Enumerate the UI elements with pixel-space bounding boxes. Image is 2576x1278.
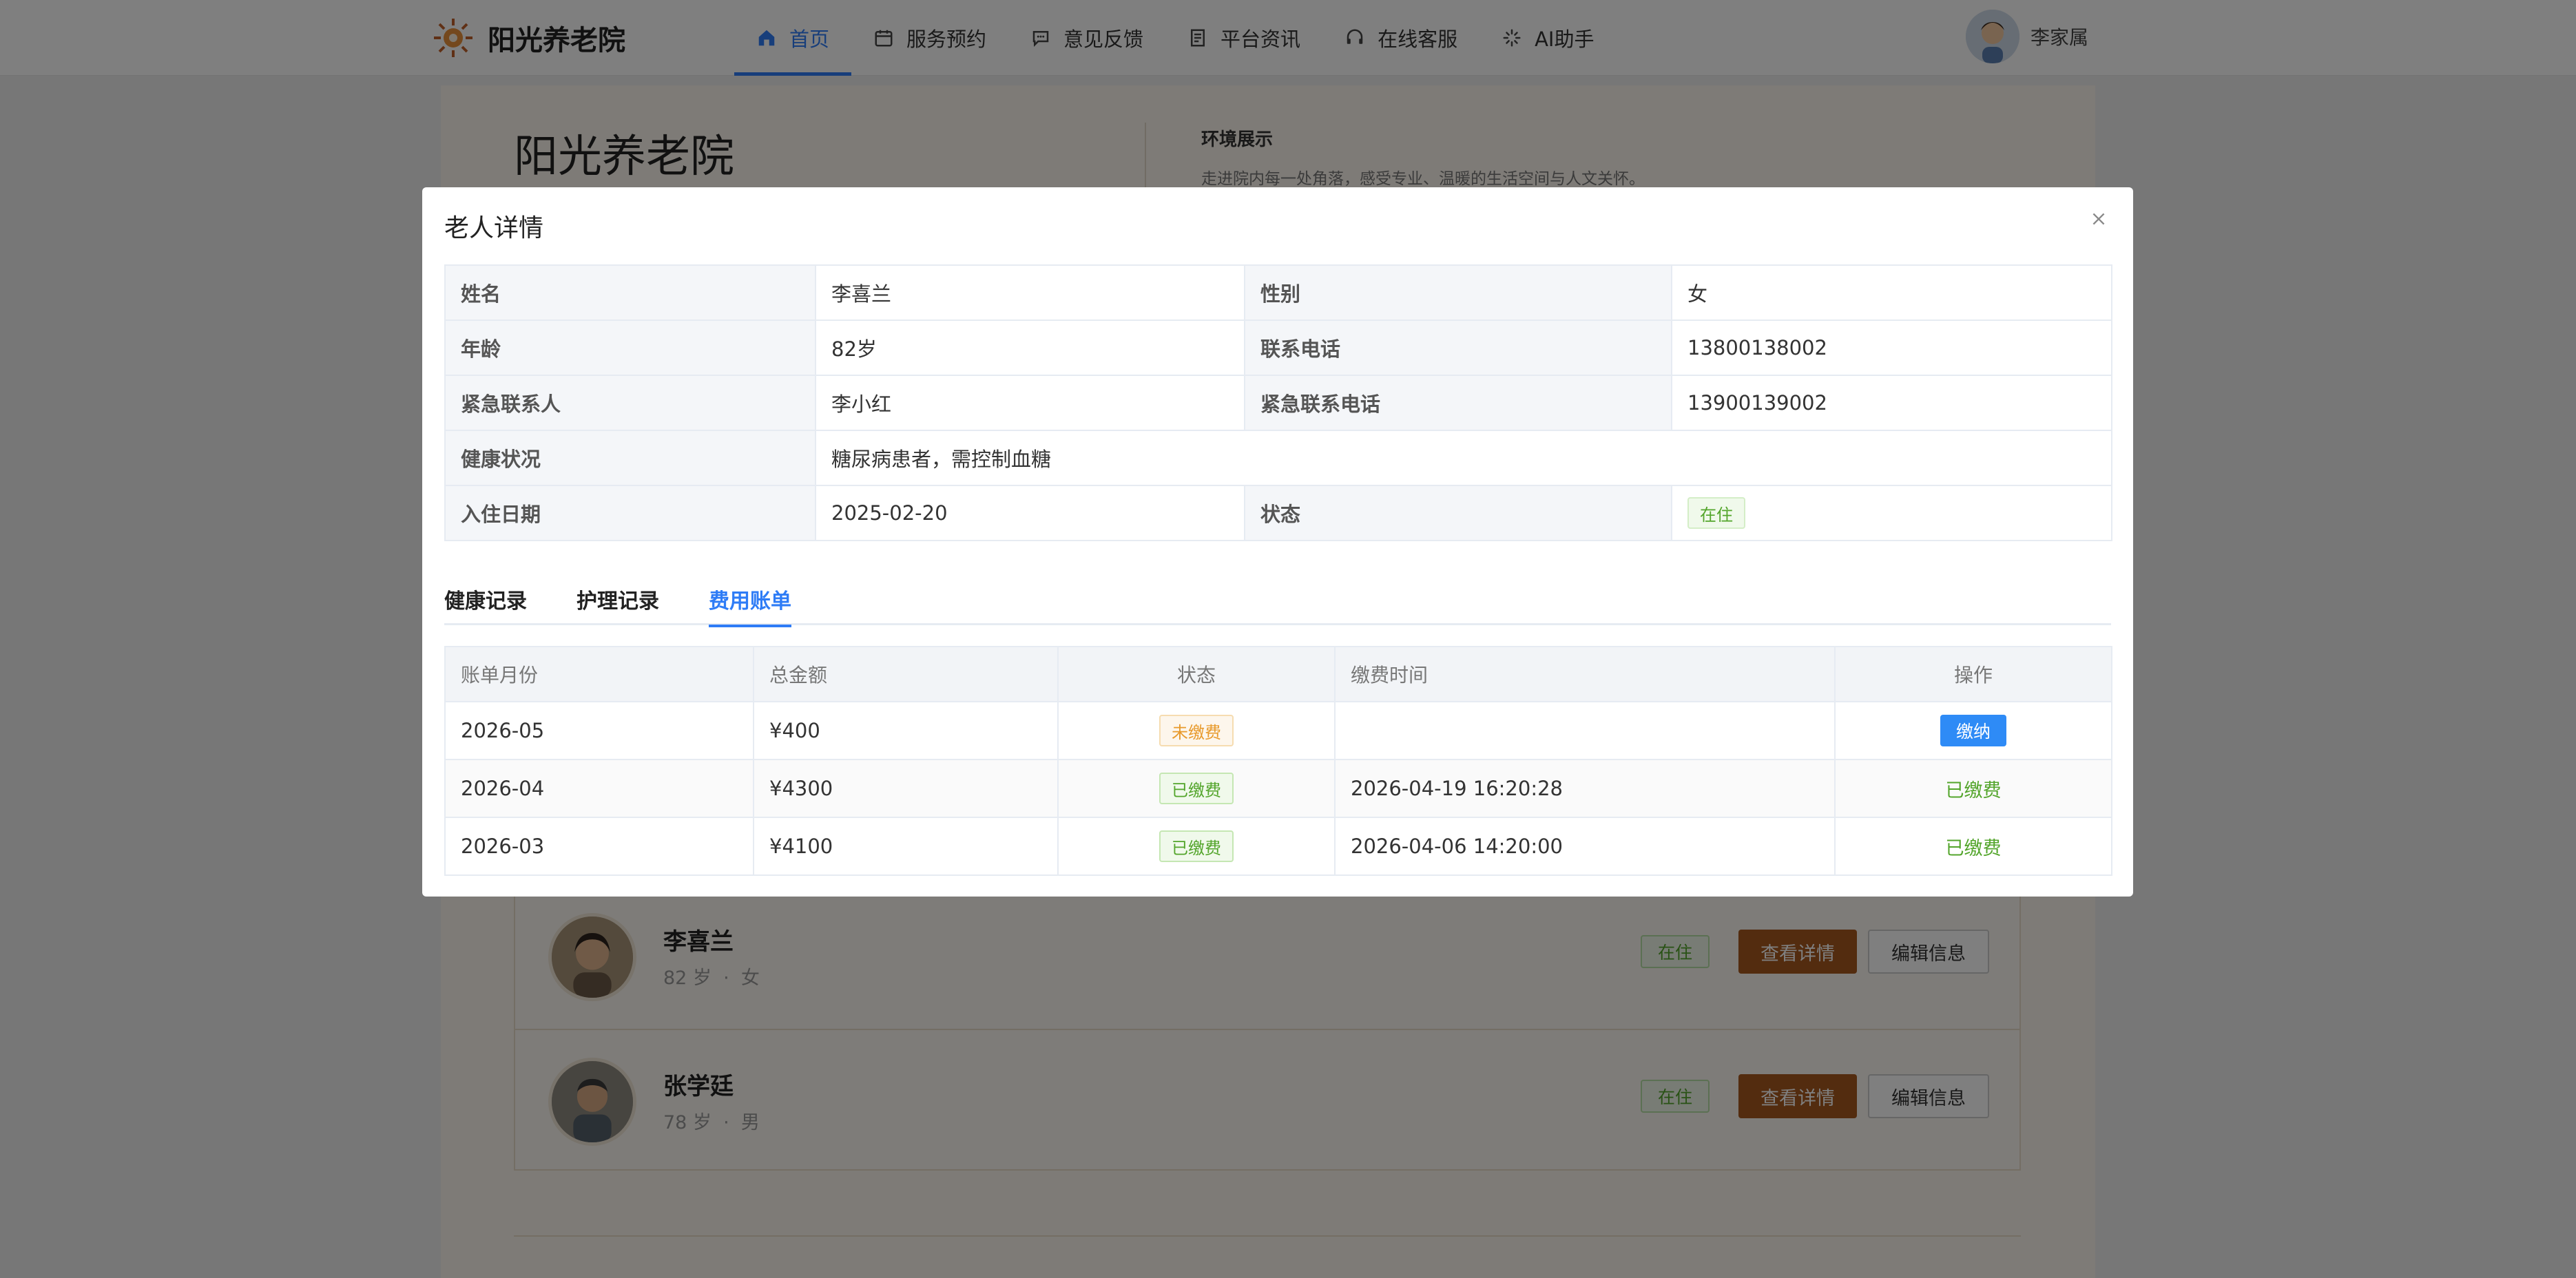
health-value: 糖尿病患者，需控制血糖 xyxy=(815,430,2112,486)
bill-status-cell: 已缴费 xyxy=(1057,817,1336,876)
info-row: 姓名 李喜兰 性别 女 xyxy=(444,264,2112,321)
record-tabs: 健康记录 护理记录 费用账单 xyxy=(444,584,2111,627)
bill-amount: ¥400 xyxy=(753,701,1059,760)
checkin-date-label: 入住日期 xyxy=(444,485,816,541)
checkin-date-value: 2025-02-20 xyxy=(815,485,1245,541)
age-label: 年龄 xyxy=(444,320,816,376)
phone-value: 13800138002 xyxy=(1671,320,2112,376)
emergency-contact-value: 李小红 xyxy=(815,375,1245,431)
bill-paid-time: 2026-04-06 14:20:00 xyxy=(1334,817,1836,876)
bill-amount: ¥4100 xyxy=(753,817,1059,876)
bill-paid-time xyxy=(1334,701,1836,760)
elder-detail-dialog: 老人详情 姓名 李喜兰 性别 女 年龄 82岁 联系电话 13800138002… xyxy=(422,187,2133,897)
table-row: 2026-05 ¥400 未缴费 缴纳 xyxy=(444,701,2112,760)
elder-info-table: 姓名 李喜兰 性别 女 年龄 82岁 联系电话 13800138002 紧急联系… xyxy=(444,264,2112,541)
status-badge: 已缴费 xyxy=(1159,830,1234,862)
bill-status-cell: 未缴费 xyxy=(1057,701,1336,760)
age-value: 82岁 xyxy=(815,320,1245,376)
bill-month: 2026-05 xyxy=(444,701,754,760)
bill-month: 2026-04 xyxy=(444,759,754,818)
column-header: 账单月份 xyxy=(444,646,754,702)
column-header: 状态 xyxy=(1057,646,1336,702)
info-row: 入住日期 2025-02-20 状态 在住 xyxy=(444,485,2112,541)
bill-action-cell: 已缴费 xyxy=(1834,817,2112,876)
gender-value: 女 xyxy=(1671,264,2112,321)
info-row: 年龄 82岁 联系电话 13800138002 xyxy=(444,320,2112,376)
pay-button[interactable]: 缴纳 xyxy=(1940,715,2006,746)
status-label: 状态 xyxy=(1244,485,1672,541)
bill-status-cell: 已缴费 xyxy=(1057,759,1336,818)
info-row: 紧急联系人 李小红 紧急联系电话 13900139002 xyxy=(444,375,2112,431)
bill-action-cell: 缴纳 xyxy=(1834,701,2112,760)
status-badge: 在住 xyxy=(1687,497,1745,529)
tab-health-records[interactable]: 健康记录 xyxy=(444,584,527,625)
health-label: 健康状况 xyxy=(444,430,816,486)
status-badge: 未缴费 xyxy=(1159,715,1234,746)
name-value: 李喜兰 xyxy=(815,264,1245,321)
emergency-phone-label: 紧急联系电话 xyxy=(1244,375,1672,431)
column-header: 操作 xyxy=(1834,646,2112,702)
close-icon xyxy=(2092,213,2105,225)
name-label: 姓名 xyxy=(444,264,816,321)
table-row: 2026-04 ¥4300 已缴费 2026-04-19 16:20:28 已缴… xyxy=(444,759,2112,818)
close-button[interactable] xyxy=(2085,205,2112,233)
paid-status-text: 已缴费 xyxy=(1945,779,2002,802)
status-cell: 在住 xyxy=(1671,485,2112,541)
emergency-contact-label: 紧急联系人 xyxy=(444,375,816,431)
bill-amount: ¥4300 xyxy=(753,759,1059,818)
info-row: 健康状况 糖尿病患者，需控制血糖 xyxy=(444,430,2112,486)
tab-care-records[interactable]: 护理记录 xyxy=(577,584,659,625)
column-header: 总金额 xyxy=(753,646,1059,702)
column-header: 缴费时间 xyxy=(1334,646,1836,702)
tab-billing[interactable]: 费用账单 xyxy=(709,584,791,627)
table-row: 2026-03 ¥4100 已缴费 2026-04-06 14:20:00 已缴… xyxy=(444,817,2112,876)
bill-paid-time: 2026-04-19 16:20:28 xyxy=(1334,759,1836,818)
bill-month: 2026-03 xyxy=(444,817,754,876)
table-header-row: 账单月份 总金额 状态 缴费时间 操作 xyxy=(444,646,2112,702)
paid-status-text: 已缴费 xyxy=(1945,837,2002,859)
phone-label: 联系电话 xyxy=(1244,320,1672,376)
gender-label: 性别 xyxy=(1244,264,1672,321)
bill-action-cell: 已缴费 xyxy=(1834,759,2112,818)
emergency-phone-value: 13900139002 xyxy=(1671,375,2112,431)
dialog-title: 老人详情 xyxy=(444,214,544,242)
billing-table: 账单月份 总金额 状态 缴费时间 操作 2026-05 ¥400 未缴费 缴纳 … xyxy=(444,646,2112,876)
status-badge: 已缴费 xyxy=(1159,773,1234,804)
